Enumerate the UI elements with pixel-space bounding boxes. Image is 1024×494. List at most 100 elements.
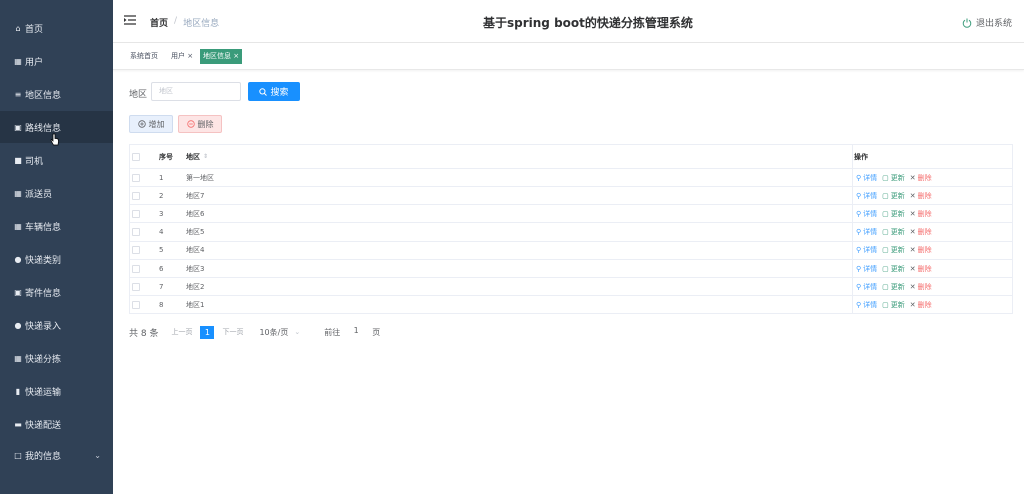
sidebar-item-shipment[interactable]: ▣ 寄件信息 <box>0 276 113 308</box>
edit-button[interactable]: ▢ 更新 <box>882 173 905 183</box>
view-button[interactable]: ⚲ 详情 <box>856 209 877 219</box>
menu-collapse-icon[interactable] <box>124 15 136 25</box>
tag-users[interactable]: 用户 × <box>168 49 196 64</box>
edit-icon: ▢ <box>882 173 889 182</box>
tag-system-home[interactable]: 系统首页 <box>127 49 161 64</box>
page-number-current[interactable]: 1 <box>200 325 215 339</box>
cell-index: 1 <box>159 173 164 182</box>
sort-icon[interactable]: ⇕ <box>203 153 208 160</box>
view-button[interactable]: ⚲ 详情 <box>856 282 877 292</box>
row-checkbox[interactable] <box>132 246 140 255</box>
top-bar: 首页 / 地区信息 基于spring boot的快递分拣管理系统 退出系统 <box>113 0 1024 43</box>
table-row: 5 地区4 ⚲ 详情 ▢ 更新 ✕ 删除 <box>130 242 1012 260</box>
region-table: 序号 地区 ⇕ 操作 1 第一地区 ⚲ 详情 ▢ 更新 ✕ 删除 2 地区7 ⚲ 详情 ▢ 更新 ✕ 删除 3 地… <box>129 144 1013 315</box>
batch-delete-button[interactable]: 删除 <box>178 115 222 133</box>
cell-region: 第一地区 <box>186 173 214 182</box>
edit-button[interactable]: ▢ 更新 <box>882 191 905 201</box>
view-button[interactable]: ⚲ 详情 <box>856 191 877 201</box>
edit-button[interactable]: ▢ 更新 <box>882 282 905 292</box>
sidebar-item-vehicle[interactable]: ▦ 车辆信息 <box>0 210 113 242</box>
close-icon[interactable]: × <box>187 52 193 60</box>
delete-button[interactable]: ✕ 删除 <box>910 173 932 183</box>
breadcrumb-home[interactable]: 首页 <box>150 16 168 29</box>
search-icon: ⚲ <box>856 246 862 255</box>
view-label: 详情 <box>863 209 878 218</box>
view-button[interactable]: ⚲ 详情 <box>856 227 877 237</box>
tag-region[interactable]: 地区信息 × <box>200 49 243 64</box>
row-checkbox[interactable] <box>132 228 140 237</box>
sidebar-item-driver[interactable]: ■ 司机 <box>0 144 113 176</box>
row-checkbox[interactable] <box>132 191 140 200</box>
sidebar-item-users[interactable]: ▦ 用户 <box>0 45 113 77</box>
delete-button[interactable]: ✕ 删除 <box>910 264 932 274</box>
sidebar-item-sorting[interactable]: ▦ 快递分拣 <box>0 342 113 374</box>
search-icon: ⚲ <box>856 264 862 273</box>
app-title: 基于spring boot的快递分拣管理系统 <box>483 16 693 30</box>
edit-label: 更新 <box>890 173 905 182</box>
page-size-select[interactable]: 10条/页 ⌄ <box>259 327 300 338</box>
edit-button[interactable]: ▢ 更新 <box>882 245 905 255</box>
edit-icon: ▢ <box>882 209 889 218</box>
close-icon[interactable]: × <box>233 52 239 60</box>
next-page-button[interactable]: 下一页 <box>222 327 243 337</box>
view-button[interactable]: ⚲ 详情 <box>856 245 877 255</box>
column-header-region[interactable]: 地区 ⇕ <box>186 145 208 168</box>
column-header-ops: 操作 <box>854 152 868 161</box>
row-actions: ⚲ 详情 ▢ 更新 ✕ 删除 <box>856 224 932 241</box>
edit-label: 更新 <box>890 264 905 273</box>
add-button[interactable]: 增加 <box>129 115 173 133</box>
row-actions: ⚲ 详情 ▢ 更新 ✕ 删除 <box>856 205 932 222</box>
delete-button[interactable]: ✕ 删除 <box>910 300 932 310</box>
view-button[interactable]: ⚲ 详情 <box>856 300 877 310</box>
table-header: 序号 地区 ⇕ 操作 <box>130 145 1012 169</box>
view-label: 详情 <box>863 282 878 291</box>
sidebar-item-express-type[interactable]: ● 快递类别 <box>0 243 113 275</box>
delete-button[interactable]: ✕ 删除 <box>910 209 932 219</box>
prev-page-button[interactable]: 上一页 <box>171 327 192 337</box>
delete-button[interactable]: ✕ 删除 <box>910 245 932 255</box>
search-button-label: 搜索 <box>270 88 289 98</box>
logout-label: 退出系统 <box>975 19 1012 29</box>
delete-button[interactable]: ✕ 删除 <box>910 191 932 201</box>
sidebar-item-my-info[interactable]: □ 我的信息 ⌄ <box>0 439 113 471</box>
breadcrumb: 首页 / 地区信息 <box>150 16 219 29</box>
sidebar-item-label: 车辆信息 <box>25 222 62 233</box>
row-checkbox[interactable] <box>132 300 140 309</box>
sidebar-item-region[interactable]: ≡ 地区信息 <box>0 78 113 110</box>
row-checkbox[interactable] <box>132 173 140 182</box>
sidebar-item-courier[interactable]: ▦ 派送员 <box>0 177 113 209</box>
search-icon: ⚲ <box>856 209 862 218</box>
search-button[interactable]: 搜索 <box>248 82 300 101</box>
row-checkbox[interactable] <box>132 264 140 273</box>
edit-button[interactable]: ▢ 更新 <box>882 264 905 274</box>
row-checkbox[interactable] <box>132 209 140 218</box>
sidebar-item-label: 寄件信息 <box>25 288 62 299</box>
delete-button[interactable]: ✕ 删除 <box>910 282 932 292</box>
sidebar-item-delivery[interactable]: ▬ 快递配送 <box>0 408 113 440</box>
logout-button[interactable]: 退出系统 <box>962 16 1012 29</box>
sidebar-item-express-entry[interactable]: ● 快递录入 <box>0 309 113 341</box>
region-search-input[interactable] <box>151 82 241 101</box>
row-checkbox[interactable] <box>132 282 140 291</box>
sidebar-item-home[interactable]: ⌂ 首页 <box>0 12 113 44</box>
edit-label: 更新 <box>890 282 905 291</box>
edit-button[interactable]: ▢ 更新 <box>882 227 905 237</box>
search-icon: ⚲ <box>856 228 862 237</box>
edit-button[interactable]: ▢ 更新 <box>882 209 905 219</box>
edit-button[interactable]: ▢ 更新 <box>882 300 905 310</box>
goto-page-input[interactable]: 1 <box>346 326 366 339</box>
view-button[interactable]: ⚲ 详情 <box>856 264 877 274</box>
sidebar-item-transport[interactable]: ▮ 快递运输 <box>0 375 113 407</box>
cell-index: 8 <box>159 300 164 309</box>
edit-icon: ▢ <box>882 228 889 237</box>
edit-label: 更新 <box>890 300 905 309</box>
close-icon: ✕ <box>909 173 916 182</box>
ticket-icon: ▬ <box>14 419 22 429</box>
view-button[interactable]: ⚲ 详情 <box>856 173 877 183</box>
column-header-label: 地区 <box>186 152 200 161</box>
delete-button[interactable]: ✕ 删除 <box>910 227 932 237</box>
sidebar-item-label: 司机 <box>25 156 44 167</box>
edit-icon: ▢ <box>882 191 889 200</box>
select-all-checkbox[interactable] <box>132 152 140 161</box>
delete-label: 删除 <box>917 282 932 291</box>
